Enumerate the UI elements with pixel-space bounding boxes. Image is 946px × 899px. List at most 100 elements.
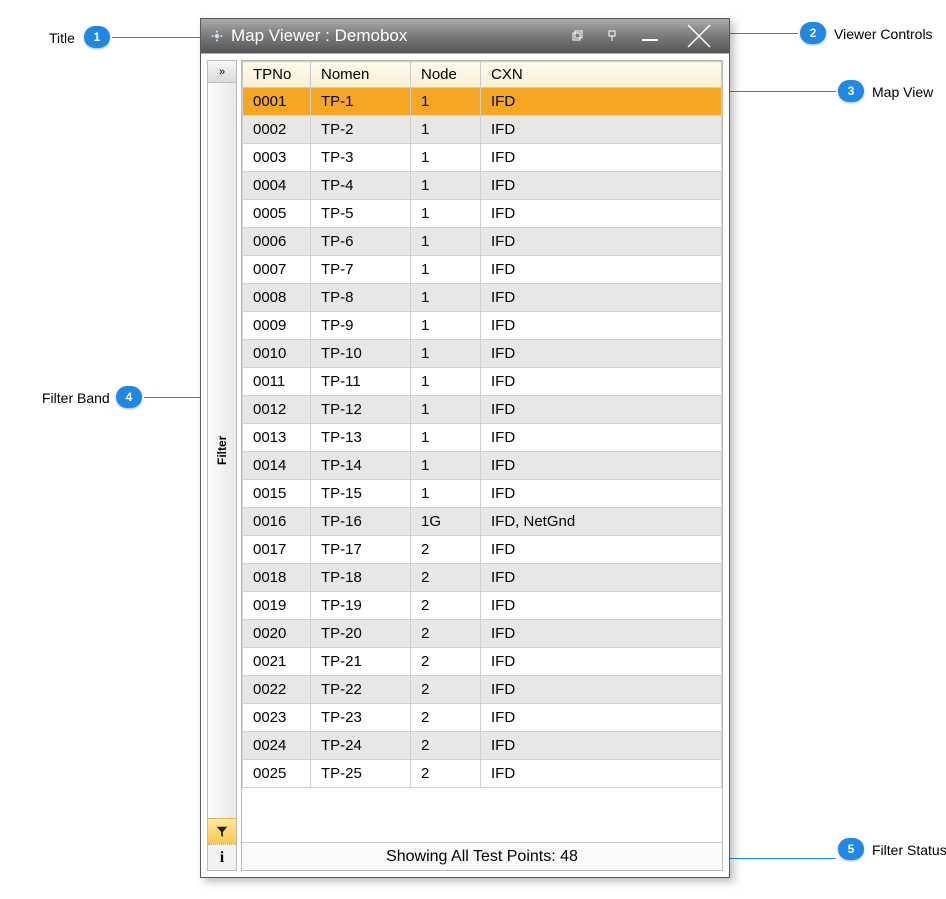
- cell-cxn: IFD: [481, 284, 722, 312]
- table-row[interactable]: 0002TP-21IFD: [243, 116, 722, 144]
- cell-nomen: TP-23: [311, 704, 411, 732]
- cell-tpno: 0021: [243, 648, 311, 676]
- table-row[interactable]: 0010TP-101IFD: [243, 340, 722, 368]
- callout-4-bubble: 4: [116, 386, 142, 408]
- minimize-button[interactable]: [635, 25, 665, 47]
- table-row[interactable]: 0007TP-71IFD: [243, 256, 722, 284]
- close-button[interactable]: [677, 19, 721, 53]
- table-row[interactable]: 0022TP-222IFD: [243, 676, 722, 704]
- cell-tpno: 0003: [243, 144, 311, 172]
- map-viewer-window: Map Viewer : Demobox » Filter i: [200, 18, 730, 878]
- cell-nomen: TP-9: [311, 312, 411, 340]
- table-header-row: TPNo Nomen Node CXN: [243, 62, 722, 88]
- cell-tpno: 0014: [243, 452, 311, 480]
- cell-cxn: IFD: [481, 564, 722, 592]
- table-row[interactable]: 0017TP-172IFD: [243, 536, 722, 564]
- cell-node: 2: [411, 732, 481, 760]
- cell-nomen: TP-6: [311, 228, 411, 256]
- callout-5-bubble: 5: [838, 838, 864, 860]
- cell-nomen: TP-8: [311, 284, 411, 312]
- table-row[interactable]: 0013TP-131IFD: [243, 424, 722, 452]
- table-row[interactable]: 0014TP-141IFD: [243, 452, 722, 480]
- cell-nomen: TP-3: [311, 144, 411, 172]
- filter-expand-button[interactable]: »: [208, 61, 236, 83]
- table-row[interactable]: 0020TP-202IFD: [243, 620, 722, 648]
- callout-2-label: Viewer Controls: [834, 26, 933, 42]
- callout-3-label: Map View: [872, 84, 933, 100]
- cell-nomen: TP-22: [311, 676, 411, 704]
- col-header-node[interactable]: Node: [411, 62, 481, 88]
- cell-tpno: 0011: [243, 368, 311, 396]
- cell-cxn: IFD: [481, 732, 722, 760]
- table-scroll[interactable]: TPNo Nomen Node CXN 0001TP-11IFD0002TP-2…: [242, 61, 722, 842]
- cell-tpno: 0019: [243, 592, 311, 620]
- cell-cxn: IFD: [481, 648, 722, 676]
- cell-nomen: TP-17: [311, 536, 411, 564]
- cell-nomen: TP-2: [311, 116, 411, 144]
- table-row[interactable]: 0019TP-192IFD: [243, 592, 722, 620]
- cell-tpno: 0004: [243, 172, 311, 200]
- table-row[interactable]: 0008TP-81IFD: [243, 284, 722, 312]
- table-row[interactable]: 0009TP-91IFD: [243, 312, 722, 340]
- cell-node: 1: [411, 452, 481, 480]
- cell-nomen: TP-1: [311, 88, 411, 116]
- cell-cxn: IFD: [481, 172, 722, 200]
- funnel-icon[interactable]: [208, 818, 236, 844]
- col-header-cxn[interactable]: CXN: [481, 62, 722, 88]
- cell-nomen: TP-16: [311, 508, 411, 536]
- pin-icon[interactable]: [601, 25, 623, 47]
- table-row[interactable]: 0016TP-161GIFD, NetGnd: [243, 508, 722, 536]
- table-row[interactable]: 0003TP-31IFD: [243, 144, 722, 172]
- table-row[interactable]: 0012TP-121IFD: [243, 396, 722, 424]
- cell-node: 1: [411, 200, 481, 228]
- cell-nomen: TP-7: [311, 256, 411, 284]
- cell-node: 1: [411, 340, 481, 368]
- cell-node: 1: [411, 144, 481, 172]
- cell-tpno: 0009: [243, 312, 311, 340]
- table-row[interactable]: 0011TP-111IFD: [243, 368, 722, 396]
- cell-nomen: TP-4: [311, 172, 411, 200]
- cell-node: 1: [411, 88, 481, 116]
- cell-node: 1: [411, 396, 481, 424]
- cell-node: 1: [411, 480, 481, 508]
- cell-cxn: IFD: [481, 228, 722, 256]
- cell-cxn: IFD: [481, 480, 722, 508]
- cell-node: 2: [411, 648, 481, 676]
- filter-band-label: Filter: [215, 83, 229, 818]
- table-row[interactable]: 0015TP-151IFD: [243, 480, 722, 508]
- cell-node: 2: [411, 676, 481, 704]
- table-row[interactable]: 0025TP-252IFD: [243, 760, 722, 788]
- cell-tpno: 0020: [243, 620, 311, 648]
- col-header-nomen[interactable]: Nomen: [311, 62, 411, 88]
- cell-cxn: IFD: [481, 676, 722, 704]
- table-row[interactable]: 0024TP-242IFD: [243, 732, 722, 760]
- cell-node: 1: [411, 256, 481, 284]
- cell-cxn: IFD: [481, 424, 722, 452]
- cell-tpno: 0001: [243, 88, 311, 116]
- table-row[interactable]: 0023TP-232IFD: [243, 704, 722, 732]
- cell-node: 1: [411, 424, 481, 452]
- cell-nomen: TP-5: [311, 200, 411, 228]
- table-row[interactable]: 0004TP-41IFD: [243, 172, 722, 200]
- table-row[interactable]: 0006TP-61IFD: [243, 228, 722, 256]
- restore-down-icon[interactable]: [567, 25, 589, 47]
- cell-tpno: 0017: [243, 536, 311, 564]
- col-header-tpno[interactable]: TPNo: [243, 62, 311, 88]
- cell-cxn: IFD: [481, 704, 722, 732]
- callout-1-line: [112, 37, 212, 38]
- cell-tpno: 0016: [243, 508, 311, 536]
- cell-node: 2: [411, 592, 481, 620]
- body-area: » Filter i TPNo Nomen Node CXN: [201, 53, 729, 877]
- table-row[interactable]: 0018TP-182IFD: [243, 564, 722, 592]
- table-row[interactable]: 0001TP-11IFD: [243, 88, 722, 116]
- cell-node: 1: [411, 284, 481, 312]
- cell-node: 1: [411, 116, 481, 144]
- table-row[interactable]: 0021TP-212IFD: [243, 648, 722, 676]
- cell-cxn: IFD: [481, 396, 722, 424]
- callout-5-label: Filter Status: [872, 842, 946, 858]
- table-row[interactable]: 0005TP-51IFD: [243, 200, 722, 228]
- cell-node: 1: [411, 172, 481, 200]
- cell-cxn: IFD: [481, 312, 722, 340]
- cell-nomen: TP-10: [311, 340, 411, 368]
- info-icon[interactable]: i: [208, 844, 236, 870]
